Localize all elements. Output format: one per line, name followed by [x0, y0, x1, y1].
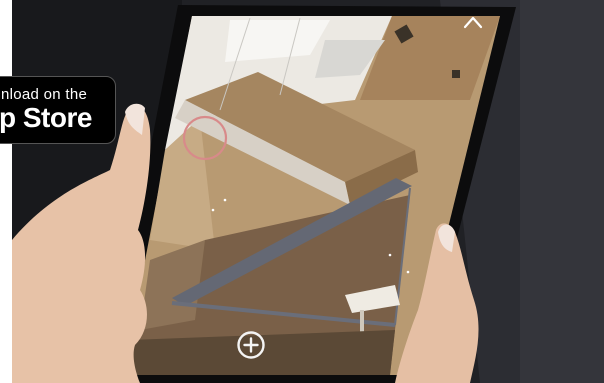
screenshot: nload on the p Store [0, 0, 604, 383]
add-object-button[interactable] [236, 330, 266, 360]
app-store-badge[interactable]: nload on the p Store [0, 76, 116, 144]
chevron-up-icon[interactable] [462, 13, 484, 31]
badge-title: p Store [0, 102, 92, 133]
scene [12, 0, 604, 383]
badge-subtitle: nload on the [1, 86, 88, 103]
room-background [12, 0, 604, 383]
